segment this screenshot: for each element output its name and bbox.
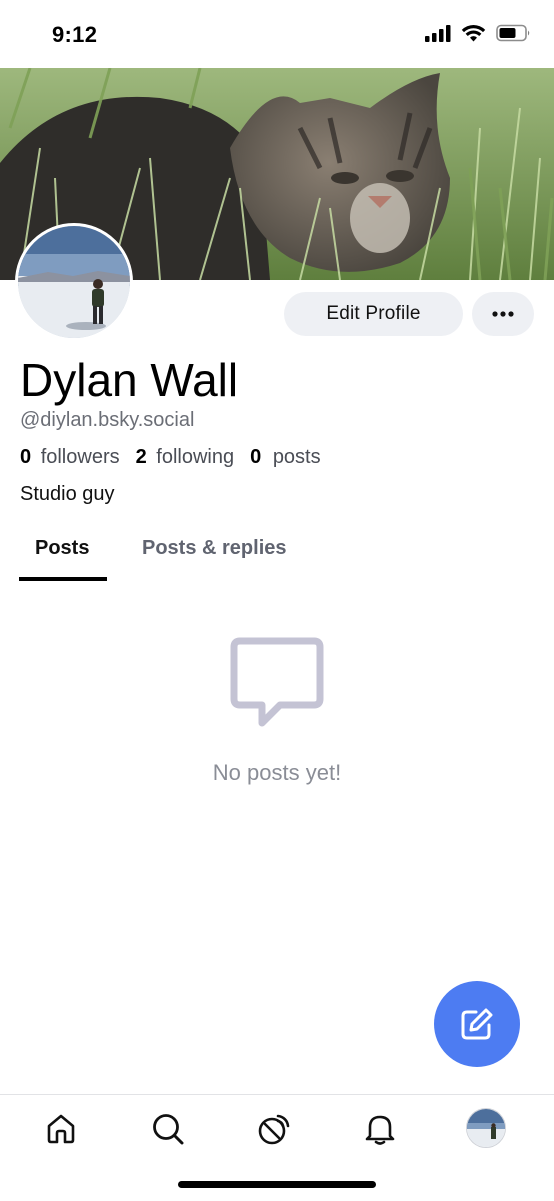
posts-label: posts xyxy=(272,446,321,468)
tab-posts-and-replies[interactable]: Posts & replies xyxy=(142,534,287,562)
display-name: Dylan Wall xyxy=(20,354,239,406)
more-horizontal-icon xyxy=(492,311,514,317)
edit-profile-button[interactable]: Edit Profile xyxy=(284,292,463,336)
bottom-navigation xyxy=(0,1094,554,1201)
status-icons xyxy=(425,24,532,42)
profile-bio: Studio guy xyxy=(20,483,115,505)
nav-feeds[interactable] xyxy=(256,1111,292,1147)
nav-profile-avatar[interactable] xyxy=(466,1108,506,1148)
notifications-icon xyxy=(365,1115,395,1145)
nav-notifications[interactable] xyxy=(362,1111,398,1147)
nav-home[interactable] xyxy=(43,1111,79,1147)
avatar-image xyxy=(18,226,130,338)
posts-count: 0 xyxy=(250,446,262,468)
feeds-icon xyxy=(258,1114,290,1145)
status-time: 9:12 xyxy=(52,22,98,47)
more-options-button[interactable] xyxy=(472,292,534,336)
profile-stats: 0 followers 2 following 0 posts xyxy=(20,443,321,471)
status-bar: 9:12 xyxy=(0,0,554,68)
wifi-icon xyxy=(461,25,486,42)
message-square-icon xyxy=(230,637,324,727)
compose-icon xyxy=(461,1008,493,1040)
search-icon xyxy=(153,1114,184,1145)
profile-handle: @diylan.bsky.social xyxy=(20,409,195,431)
nav-search[interactable] xyxy=(150,1111,186,1147)
profile-avatar[interactable] xyxy=(15,223,133,341)
compose-post-button[interactable] xyxy=(434,981,520,1067)
following-count: 2 xyxy=(135,446,147,468)
battery-icon xyxy=(496,24,530,42)
followers-stat[interactable]: 0 followers xyxy=(20,443,120,471)
empty-state-text: No posts yet! xyxy=(212,760,342,785)
edit-profile-label: Edit Profile xyxy=(326,303,421,324)
home-indicator xyxy=(178,1181,376,1188)
tab-posts[interactable]: Posts xyxy=(35,534,89,562)
following-stat[interactable]: 2 following xyxy=(136,443,235,471)
following-label: following xyxy=(156,446,235,468)
followers-label: followers xyxy=(40,446,120,468)
profile-avatar-thumb xyxy=(467,1109,505,1147)
home-icon xyxy=(47,1114,75,1144)
active-tab-indicator xyxy=(19,577,107,581)
posts-stat: 0 posts xyxy=(250,443,321,471)
followers-count: 0 xyxy=(20,446,32,468)
signal-icon xyxy=(425,25,451,42)
